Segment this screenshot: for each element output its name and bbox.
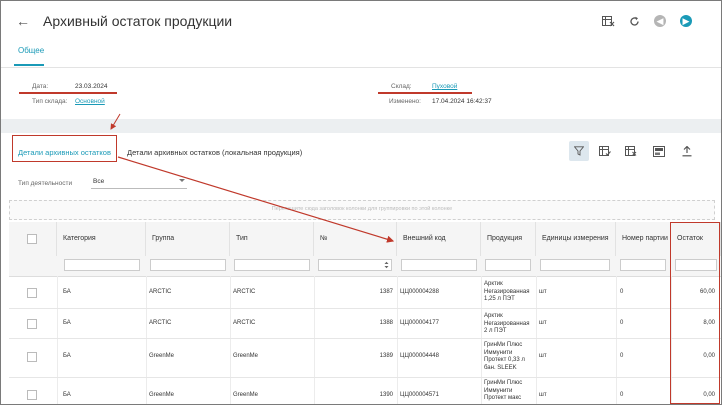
cell-external-code: ЦЦ000004448 [400, 353, 439, 359]
cell-category: БА [63, 320, 71, 326]
activity-type-label: Тип деятельности [18, 180, 73, 187]
date-label: Дата: [32, 83, 49, 90]
filter-category-input[interactable] [64, 259, 140, 271]
warehouse-type-label: Тип склада: [32, 98, 68, 105]
filter-unit-input[interactable] [540, 259, 610, 271]
section-separator [1, 119, 721, 133]
back-arrow-icon[interactable]: ← [16, 13, 32, 29]
cell-group: ARCTIC [149, 289, 172, 295]
cell-unit: шт [539, 392, 547, 398]
annotation-box-archive-tab [12, 135, 117, 162]
cell-category: БА [63, 353, 71, 359]
row-checkbox[interactable] [27, 288, 37, 298]
filter-group-input[interactable] [150, 259, 226, 271]
header-category[interactable]: Категория [57, 222, 146, 256]
cell-batch: 0 [620, 353, 624, 359]
warehouse-link[interactable]: Пуховой [432, 83, 457, 90]
chevron-down-icon [179, 179, 185, 182]
filter-product-input[interactable] [485, 259, 531, 271]
cell-product: ГринМи Плюс Иммунити Протект макс [484, 380, 523, 401]
cell-product: Арктик Негазированная 2 л ПЭТ [484, 313, 530, 334]
data-grid: Категория Группа Тип № Внешний код Проду… [9, 222, 721, 404]
activity-type-value: Все [93, 178, 105, 185]
cell-type: ARCTIC [233, 320, 256, 326]
cell-number: 1390 [379, 392, 393, 398]
header-group[interactable]: Группа [146, 222, 230, 256]
cell-batch: 0 [620, 289, 624, 295]
cell-type: GreenMe [233, 353, 259, 359]
header-batch[interactable]: Номер партии [616, 222, 671, 256]
tab-active-indicator [14, 64, 44, 66]
cell-external-code: ЦЦ000004177 [400, 320, 439, 326]
cell-unit: шт [539, 289, 547, 295]
page-header: ← Архивный остаток продукции ◀ ▶ [1, 1, 721, 43]
tab-bar: Общее [1, 43, 721, 68]
cell-type: ARCTIC [233, 289, 256, 295]
previous-record-icon[interactable]: ◀ [652, 13, 668, 29]
cell-category: БА [63, 289, 71, 295]
cell-batch: 0 [620, 392, 624, 398]
header-number[interactable]: № [314, 222, 397, 256]
reset-layout-icon[interactable] [621, 141, 641, 161]
sort-spinner-icon[interactable] [384, 261, 389, 269]
cell-product: Арктик Негазированная 1,25 л ПЭТ [484, 281, 530, 302]
table-row[interactable]: БА ARCTIC ARCTIC 1388 ЦЦ000004177 Арктик… [9, 308, 721, 339]
filter-icon[interactable] [569, 141, 589, 161]
table-row[interactable]: БА ARCTIC ARCTIC 1387 ЦЦ000004288 Арктик… [9, 277, 721, 309]
filter-type-input[interactable] [234, 259, 310, 271]
changed-label: Изменено: [389, 98, 421, 105]
cell-number: 1389 [379, 353, 393, 359]
table-clear-icon[interactable] [600, 13, 616, 29]
filter-row [9, 256, 721, 277]
cell-group: ARCTIC [149, 320, 172, 326]
header-product[interactable]: Продукция [481, 222, 536, 256]
table-row[interactable]: БА GreenMe GreenMe 1390 ЦЦ000004571 Грин… [9, 377, 721, 404]
group-by-hint: Перетащите сюда заголовок колонки для гр… [271, 206, 453, 212]
annotation-box-remainder-column [670, 222, 720, 404]
header-select-all [9, 222, 57, 256]
cell-group: GreenMe [149, 353, 175, 359]
cell-category: БА [63, 392, 71, 398]
header-external-code[interactable]: Внешний код [397, 222, 481, 256]
cell-external-code: ЦЦ000004571 [400, 392, 439, 398]
annotation-underline-date [19, 92, 117, 94]
cell-batch: 0 [620, 320, 624, 326]
group-by-panel[interactable]: Перетащите сюда заголовок колонки для гр… [9, 200, 715, 220]
filter-external-code-input[interactable] [401, 259, 477, 271]
row-checkbox[interactable] [27, 390, 37, 400]
tab-archive-details-local[interactable]: Детали архивных остатков (локальная прод… [127, 148, 302, 157]
refresh-icon[interactable] [626, 13, 642, 29]
row-checkbox[interactable] [27, 319, 37, 329]
tab-general[interactable]: Общее [18, 46, 44, 55]
warehouse-label: Склад: [391, 83, 412, 90]
changed-value: 17.04.2024 16:42:37 [432, 98, 492, 105]
cell-external-code: ЦЦ000004288 [400, 289, 439, 295]
annotation-underline-warehouse [378, 92, 472, 94]
cell-type: GreenMe [233, 392, 259, 398]
page-title: Архивный остаток продукции [43, 13, 233, 29]
save-layout-icon[interactable] [649, 141, 669, 161]
select-all-checkbox[interactable] [27, 234, 37, 244]
warehouse-type-link[interactable]: Основной [75, 98, 105, 105]
header-type[interactable]: Тип [230, 222, 314, 256]
cell-number: 1388 [379, 320, 393, 326]
cell-unit: шт [539, 320, 547, 326]
next-record-icon[interactable]: ▶ [678, 13, 694, 29]
table-row[interactable]: БА GreenMe GreenMe 1389 ЦЦ000004448 Грин… [9, 338, 721, 378]
header-unit[interactable]: Единицы измерения [536, 222, 616, 256]
window-frame: ← Архивный остаток продукции ◀ ▶ Общее Д… [0, 0, 722, 405]
cell-product: ГринМи Плюс Иммунити Протект 0,33 л бан.… [484, 342, 525, 371]
activity-type-select[interactable]: Все [91, 176, 187, 189]
row-checkbox[interactable] [27, 352, 37, 362]
filter-number-input[interactable] [318, 259, 392, 271]
cell-group: GreenMe [149, 392, 175, 398]
cell-number: 1387 [379, 289, 393, 295]
column-chooser-icon[interactable] [595, 141, 615, 161]
filter-batch-input[interactable] [620, 259, 666, 271]
export-icon[interactable] [677, 141, 697, 161]
date-value[interactable]: 23.03.2024 [75, 83, 108, 90]
cell-unit: шт [539, 353, 547, 359]
